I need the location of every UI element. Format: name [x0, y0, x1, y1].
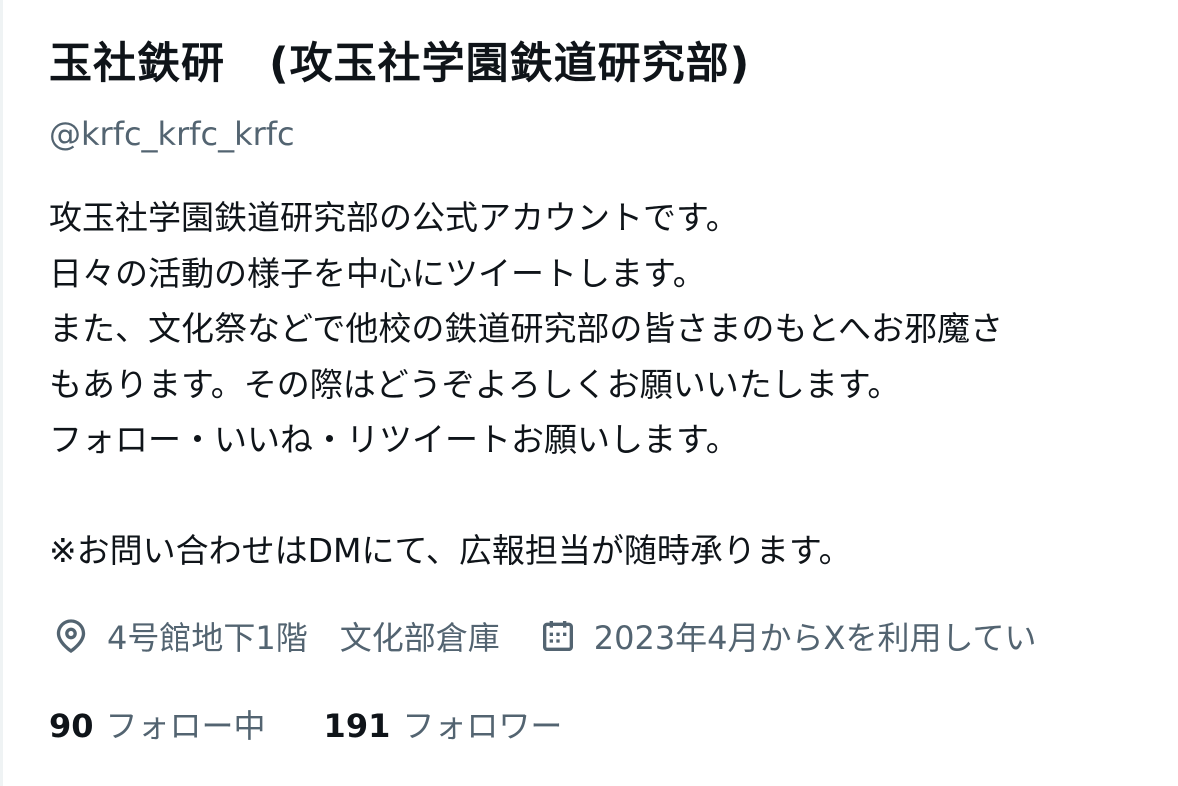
location-text: 4号館地下1階 文化部倉庫: [107, 619, 500, 657]
profile-handle: @krfc_krfc_krfc: [49, 115, 295, 153]
joined-text: 2023年4月からXを利用してい: [593, 619, 1037, 657]
following-count: 90: [49, 707, 94, 745]
profile-location: 4号館地下1階 文化部倉庫: [51, 613, 500, 659]
profile-joined: 2023年4月からXを利用してい: [538, 613, 1037, 659]
profile-bio: 攻玉社学園鉄道研究部の公式アカウントです。 日々の活動の様子を中心にツイートしま…: [49, 190, 1178, 579]
following-link[interactable]: 90 フォロー中: [49, 701, 266, 747]
calendar-icon: [538, 616, 578, 656]
profile-counts: 90 フォロー中 191 フォロワー: [49, 696, 620, 752]
profile-display-name: 玉社鉄研 (攻玉社学園鉄道研究部): [49, 39, 751, 89]
followers-count: 191: [323, 707, 391, 745]
bio-line: 攻玉社学園鉄道研究部の公式アカウントです。: [49, 198, 739, 237]
bio-line: また、文化祭などで他校の鉄道研究部の皆さまのもとへお邪魔さ: [49, 309, 1004, 348]
profile-header: 玉社鉄研 (攻玉社学園鉄道研究部) @krfc_krfc_krfc 攻玉社学園鉄…: [0, 0, 1178, 786]
location-pin-icon: [51, 616, 91, 656]
bio-line: フォロー・いいね・リツイートお願いします。: [49, 420, 739, 459]
bio-line: ※お問い合わせはDMにて、広報担当が随時承ります。: [49, 531, 852, 570]
bio-line: [49, 468, 1178, 524]
followers-link[interactable]: 191 フォロワー: [324, 701, 563, 747]
bio-line: 日々の活動の様子を中心にツイートします。: [49, 253, 706, 293]
profile-meta: 4号館地下1階 文化部倉庫 2023年4月からXを利用してい: [51, 608, 1075, 664]
bio-line: もあります。その際はどうぞよろしくお願いいたします。: [49, 364, 901, 404]
followers-label: フォロワー: [402, 707, 563, 745]
following-label: フォロー中: [105, 707, 266, 745]
